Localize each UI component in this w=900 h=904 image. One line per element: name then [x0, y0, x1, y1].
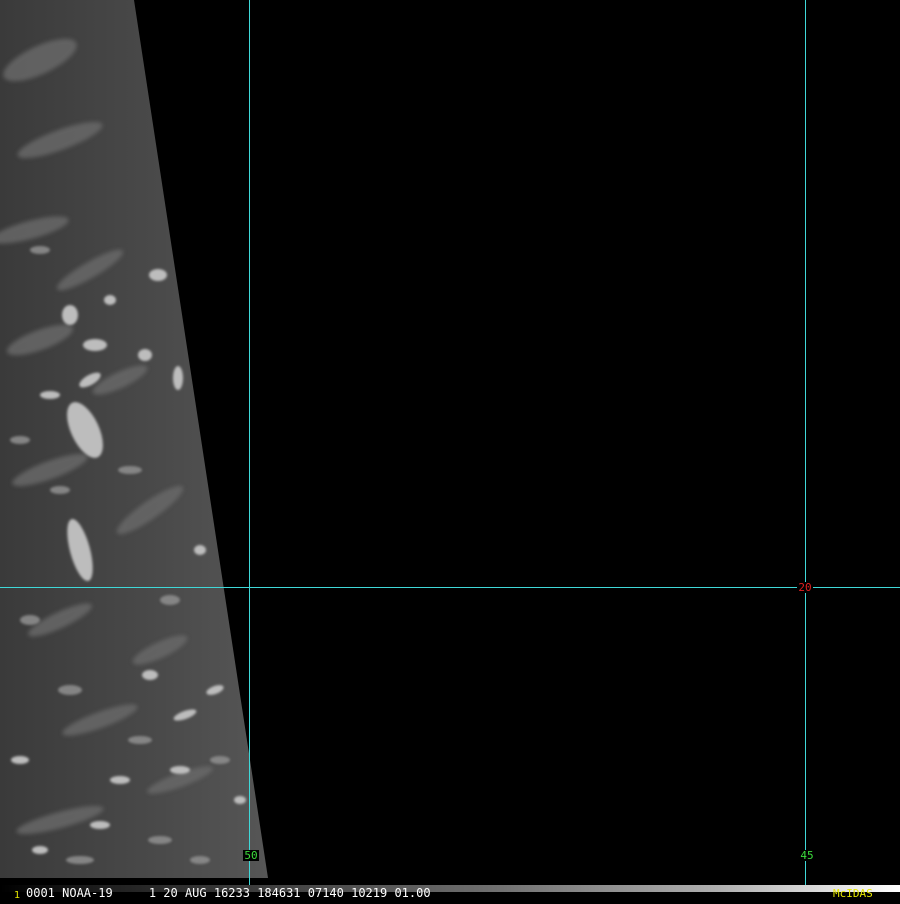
satellite-image-view: 50 45 20 1 0001 NOAA-19 1 20 AUG 16233 184… [0, 0, 900, 900]
lat-label-20: 20 [798, 581, 811, 594]
frame-marker: 1 [14, 890, 21, 900]
mcidas-label: McIDAS [833, 887, 873, 900]
status-bar: 1 0001 NOAA-19 1 20 AUG 16233 184631 071… [0, 885, 900, 900]
lon-label-45: 45 [800, 849, 813, 862]
lon-label-50: 50 [244, 849, 257, 862]
satellite-image-svg: 50 45 20 [0, 0, 900, 900]
image-info-text: 0001 NOAA-19 1 20 AUG 16233 184631 07140… [26, 886, 431, 900]
